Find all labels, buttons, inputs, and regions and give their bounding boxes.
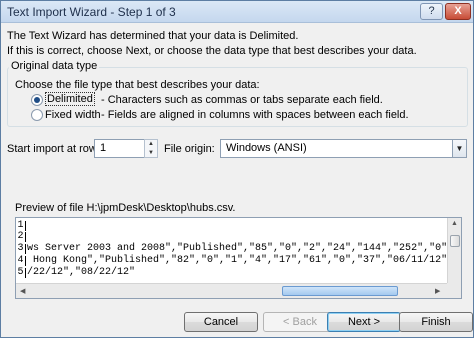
line-number: 1	[16, 221, 26, 231]
horizontal-scroll-thumb[interactable]	[282, 286, 398, 296]
scroll-left-icon[interactable]: ◀	[20, 287, 25, 295]
back-button[interactable]: < Back	[263, 312, 337, 332]
next-button[interactable]: Next >	[327, 312, 401, 332]
preview-line: 4 Hong Kong","Published","82","0","1","4…	[16, 256, 447, 266]
help-button[interactable]: ?	[420, 3, 443, 20]
finish-button[interactable]: Finish	[399, 312, 473, 332]
file-preview[interactable]: 1 2 3 ws Server 2003 and 2008","Publishe…	[15, 217, 462, 299]
window-title: Text Import Wizard - Step 1 of 3	[7, 5, 176, 19]
line-text: Hong Kong","Published","82","0","1","4",…	[27, 255, 447, 266]
preview-line: 3 ws Server 2003 and 2008","Published","…	[16, 244, 447, 254]
file-origin-select[interactable]: Windows (ANSI)	[220, 139, 453, 158]
line-number: 4	[16, 256, 26, 266]
intro-line-2: If this is correct, choose Next, or choo…	[7, 45, 417, 57]
line-number: 3	[16, 244, 26, 254]
vertical-scrollbar[interactable]: ▲	[447, 218, 461, 283]
vertical-scroll-thumb[interactable]	[450, 235, 460, 247]
start-row-input[interactable]: 1	[94, 139, 145, 158]
start-row-label: Start import at row:	[7, 143, 100, 155]
title-bar[interactable]: Text Import Wizard - Step 1 of 3 ? X	[1, 1, 473, 23]
preview-label: Preview of file H:\jpmDesk\Desktop\hubs.…	[15, 202, 236, 214]
scroll-up-icon[interactable]: ▲	[451, 220, 458, 227]
preview-line: 2	[16, 232, 447, 242]
scroll-right-icon[interactable]: ▶	[435, 287, 440, 295]
text-import-wizard-dialog: Text Import Wizard - Step 1 of 3 ? X The…	[0, 0, 474, 338]
delimited-option[interactable]: Delimited	[45, 92, 95, 106]
intro-line-1: The Text Wizard has determined that your…	[7, 30, 299, 42]
line-number: 2	[16, 232, 26, 242]
line-text: ws Server 2003 and 2008","Published","85…	[27, 243, 447, 254]
line-text: /22/12","08/22/12"	[27, 267, 136, 278]
delimited-radio[interactable]	[31, 94, 43, 106]
preview-text-area: 1 2 3 ws Server 2003 and 2008","Publishe…	[16, 218, 447, 283]
file-type-prompt: Choose the file type that best describes…	[15, 79, 260, 91]
fixed-width-description: - Fields are aligned in columns with spa…	[101, 109, 409, 121]
file-origin-label: File origin:	[164, 143, 215, 155]
spin-down-icon[interactable]: ▼	[145, 149, 157, 157]
original-data-type-label: Original data type	[9, 60, 100, 72]
fixed-width-label[interactable]: Fixed width	[45, 109, 101, 121]
spin-up-icon[interactable]: ▲	[145, 140, 157, 148]
close-button[interactable]: X	[445, 3, 471, 20]
cancel-button[interactable]: Cancel	[184, 312, 258, 332]
preview-line: 1	[16, 221, 447, 231]
chevron-down-icon[interactable]: ▼	[452, 139, 467, 158]
preview-line: 5 /22/12","08/22/12"	[16, 268, 447, 278]
scroll-corner	[447, 283, 461, 298]
fixed-width-radio[interactable]	[31, 109, 43, 121]
horizontal-scrollbar[interactable]: ◀ ▶	[16, 283, 447, 298]
delimited-description: - Characters such as commas or tabs sepa…	[101, 94, 383, 106]
line-number: 5	[16, 268, 26, 278]
delimited-label: Delimited	[45, 92, 95, 106]
start-row-spinner[interactable]: ▲ ▼	[144, 139, 158, 158]
